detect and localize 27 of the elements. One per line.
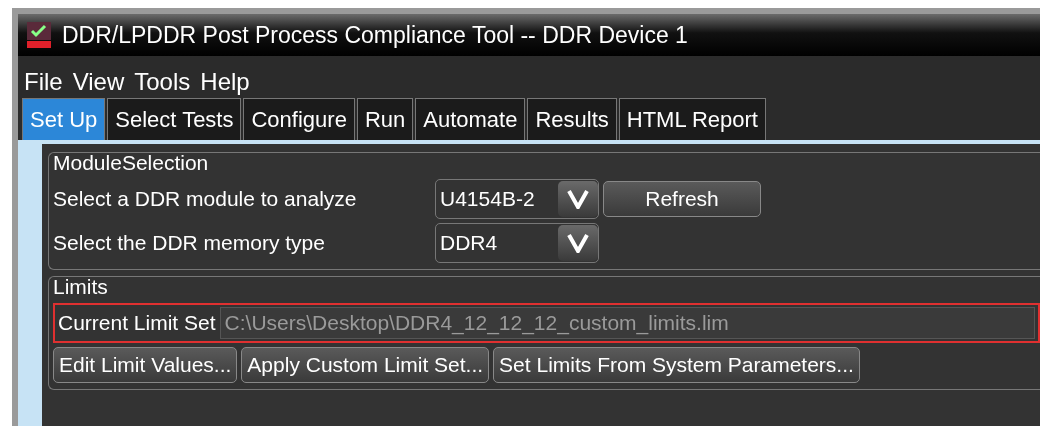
window-title: DDR/LPDDR Post Process Compliance Tool -- DDR Device 1 xyxy=(62,21,688,49)
limit-button[interactable]: Apply Custom Limit Set... xyxy=(241,347,490,383)
group-title: Limits xyxy=(53,275,109,299)
tab[interactable]: Results xyxy=(527,98,617,140)
dropdown[interactable]: DDR4 xyxy=(435,223,599,263)
menu-item[interactable]: Tools xyxy=(134,68,191,96)
chevron-down-icon xyxy=(567,189,589,209)
field-label: Select a DDR module to analyze xyxy=(53,187,358,211)
menu-item[interactable]: View xyxy=(72,68,125,96)
limit-file-field[interactable]: C:\Users\Desktop\DDR4_12_12_12_custom_limits.lim xyxy=(219,307,1035,339)
menu-item[interactable]: Help xyxy=(200,68,250,96)
field-label: Select the DDR memory type xyxy=(53,231,326,255)
tab[interactable]: Run xyxy=(356,98,414,140)
dropdown[interactable]: U4154B-2 xyxy=(435,179,599,219)
tab[interactable]: Set Up xyxy=(22,98,106,140)
limit-button[interactable]: Edit Limit Values... xyxy=(53,347,238,383)
menu-item[interactable]: File xyxy=(24,68,63,96)
refresh-button[interactable]: Refresh xyxy=(603,181,761,217)
chevron-down-icon xyxy=(567,233,589,253)
tab[interactable]: Configure xyxy=(243,98,355,140)
group-title: ModuleSelection xyxy=(53,151,210,175)
tab[interactable]: Select Tests xyxy=(107,98,242,140)
field-label: Current Limit Set xyxy=(58,311,216,335)
tab[interactable]: HTML Report xyxy=(618,98,766,140)
limit-button[interactable]: Set Limits From System Parameters... xyxy=(493,347,860,383)
tab[interactable]: Automate xyxy=(415,98,526,140)
app-icon xyxy=(26,21,52,49)
